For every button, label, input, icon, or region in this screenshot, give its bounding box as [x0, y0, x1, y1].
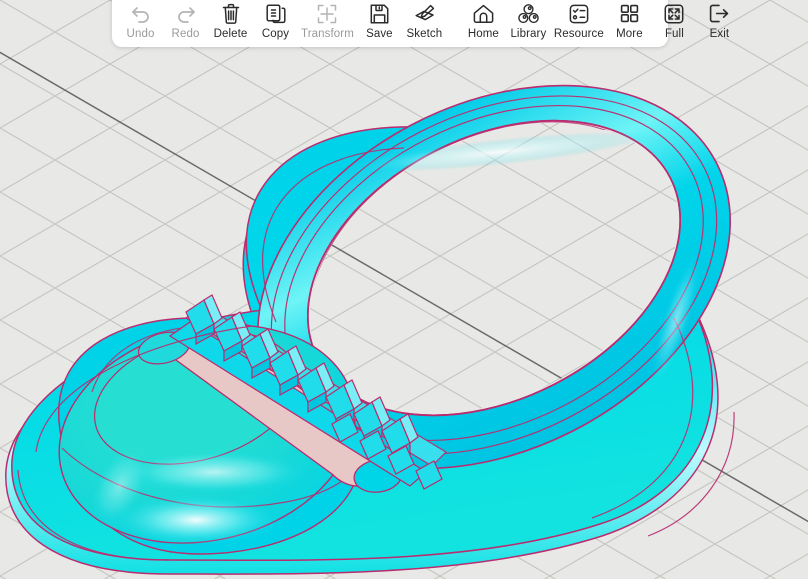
undo-button[interactable]: Undo [118, 1, 163, 45]
sketch-label: Sketch [406, 28, 443, 40]
copy-label: Copy [261, 28, 290, 40]
toolbar-group-navigation: Home Library Resource More Full Exit [461, 1, 742, 45]
more-icon [614, 1, 644, 26]
undo-icon [126, 1, 156, 26]
delete-button[interactable]: Delete [208, 1, 253, 45]
resource-label: Resource [553, 28, 604, 40]
3d-viewport[interactable] [0, 0, 808, 579]
cad-model[interactable] [0, 0, 808, 579]
undo-label: Undo [126, 28, 155, 40]
exit-label: Exit [709, 28, 730, 40]
toolbar-group-edit: Undo Redo Delete Copy Transform Save Ske… [118, 1, 447, 45]
save-label: Save [366, 28, 393, 40]
redo-button[interactable]: Redo [163, 1, 208, 45]
home-label: Home [467, 28, 499, 40]
transform-button[interactable]: Transform [298, 1, 357, 45]
resource-button[interactable]: Resource [551, 1, 607, 45]
redo-icon [171, 1, 201, 26]
sketch-button[interactable]: Sketch [402, 1, 447, 45]
exit-icon [704, 1, 734, 26]
fullscreen-icon [659, 1, 689, 26]
library-label: Library [510, 28, 547, 40]
transform-label: Transform [301, 28, 354, 40]
copy-button[interactable]: Copy [253, 1, 298, 45]
fullscreen-button[interactable]: Full [652, 1, 697, 45]
exit-button[interactable]: Exit [697, 1, 742, 45]
home-button[interactable]: Home [461, 1, 506, 45]
fullscreen-label: Full [664, 28, 684, 40]
delete-label: Delete [213, 28, 248, 40]
top-toolbar[interactable]: Undo Redo Delete Copy Transform Save Ske… [112, 0, 729, 47]
more-label: More [616, 28, 643, 40]
save-icon [364, 1, 394, 26]
resource-icon [564, 1, 594, 26]
more-button[interactable]: More [607, 1, 652, 45]
library-icon [513, 1, 543, 26]
home-icon [468, 1, 498, 26]
library-button[interactable]: Library [506, 1, 551, 45]
save-button[interactable]: Save [357, 1, 402, 45]
copy-icon [261, 1, 291, 26]
transform-icon [312, 1, 342, 26]
redo-label: Redo [171, 28, 200, 40]
trash-icon [216, 1, 246, 26]
sketch-icon [409, 1, 439, 26]
